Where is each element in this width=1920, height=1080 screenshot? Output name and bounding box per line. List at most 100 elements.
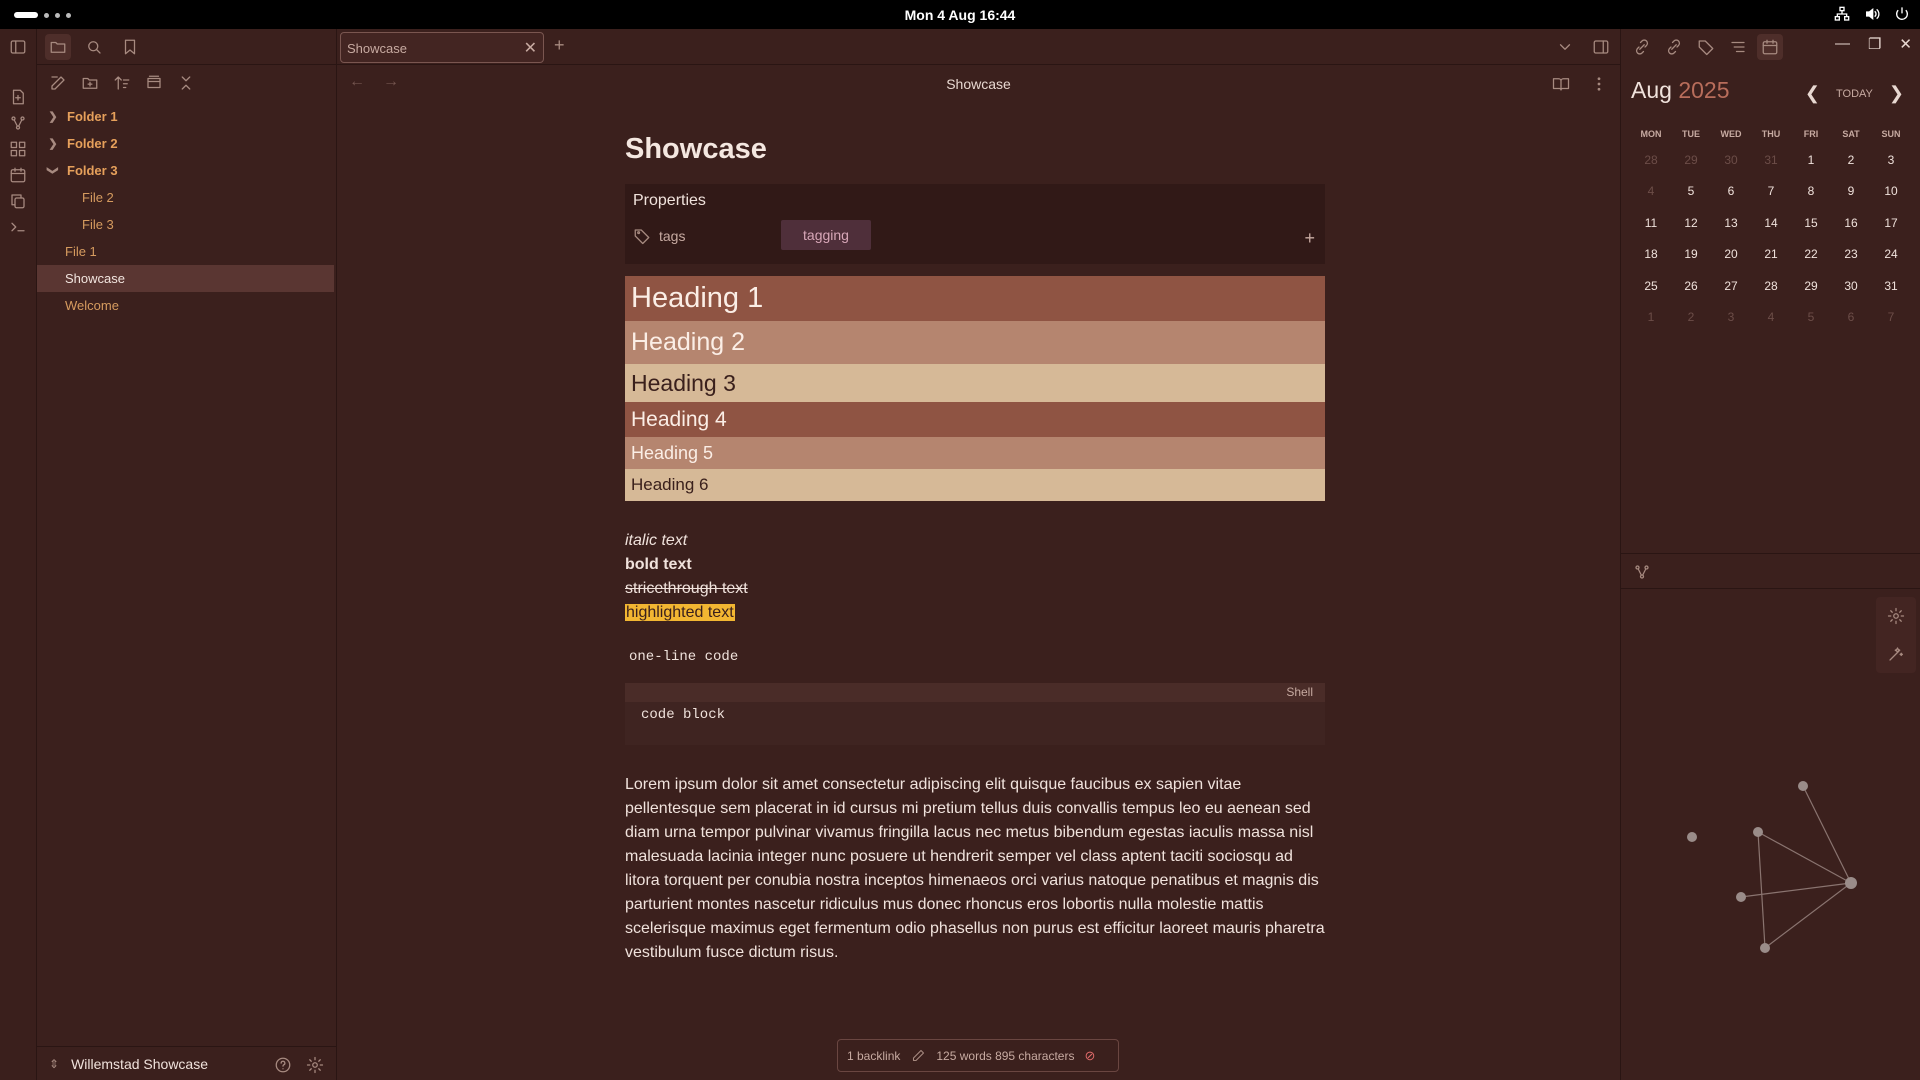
calendar-day[interactable]: 30 (1711, 144, 1751, 176)
close-window-icon[interactable]: ✕ (1899, 35, 1912, 53)
tree-folder-2[interactable]: ❯ Folder 2 (37, 130, 336, 157)
paragraph[interactable]: Lorem ipsum dolor sit amet consectetur a… (625, 773, 1325, 965)
folder-icon[interactable] (45, 33, 71, 60)
today-button[interactable]: TODAY (1836, 88, 1873, 100)
templates-icon[interactable] (9, 192, 27, 210)
power-icon[interactable] (1894, 6, 1910, 27)
calendar-day[interactable]: 21 (1751, 239, 1791, 271)
graph-view-tab-icon[interactable] (1629, 559, 1655, 585)
calendar-day[interactable]: 19 (1671, 239, 1711, 271)
inline-code[interactable]: one-line code (625, 649, 1325, 665)
calendar-day[interactable]: 27 (1711, 270, 1751, 302)
calendar-day[interactable]: 14 (1751, 207, 1791, 239)
maximize-window-icon[interactable]: ❐ (1868, 35, 1881, 53)
tree-folder-3[interactable]: ❯ Folder 3 (37, 157, 336, 184)
canvas-icon[interactable] (9, 140, 27, 158)
calendar-day[interactable]: 3 (1871, 144, 1911, 176)
calendar-day[interactable]: 2 (1831, 144, 1871, 176)
daily-note-icon[interactable] (9, 166, 27, 184)
tree-file-showcase[interactable]: Showcase (37, 265, 334, 292)
calendar-day[interactable]: 4 (1751, 302, 1791, 334)
next-month-icon[interactable]: ❯ (1889, 83, 1904, 104)
calendar-day[interactable]: 22 (1791, 239, 1831, 271)
calendar-day[interactable]: 3 (1711, 302, 1751, 334)
calendar-day[interactable]: 28 (1751, 270, 1791, 302)
calendar-day[interactable]: 5 (1671, 176, 1711, 208)
tags-pane-icon[interactable] (1693, 34, 1719, 60)
calendar-day[interactable]: 2 (1671, 302, 1711, 334)
sort-icon[interactable] (109, 70, 135, 96)
calendar-day[interactable]: 11 (1631, 207, 1671, 239)
calendar-day[interactable]: 17 (1871, 207, 1911, 239)
add-property-button[interactable]: + (1304, 228, 1315, 249)
tree-file-welcome[interactable]: Welcome (37, 292, 336, 319)
reading-view-icon[interactable] (1548, 71, 1574, 97)
calendar-day[interactable]: 8 (1791, 176, 1831, 208)
calendar-day[interactable]: 31 (1871, 270, 1911, 302)
backlinks-count[interactable]: 1 backlink (847, 1049, 900, 1063)
vault-switcher[interactable]: ⇕ Willemstad Showcase (37, 1046, 336, 1080)
minimize-window-icon[interactable]: — (1835, 35, 1850, 53)
calendar-day[interactable]: 25 (1631, 270, 1671, 302)
graph-view-icon[interactable] (9, 114, 27, 132)
view-title[interactable]: Showcase (337, 76, 1620, 92)
new-tab-button[interactable]: + (554, 35, 565, 56)
system-clock[interactable]: Mon 4 Aug 16:44 (0, 7, 1920, 23)
calendar-day[interactable]: 29 (1671, 144, 1711, 176)
italic-text[interactable]: italic text (625, 532, 687, 549)
backlinks-icon[interactable] (1661, 34, 1687, 60)
heading-2[interactable]: Heading 2 (625, 321, 1325, 364)
animate-graph-icon[interactable] (1883, 641, 1909, 667)
tree-file-1[interactable]: File 1 (37, 238, 336, 265)
tree-folder-1[interactable]: ❯ Folder 1 (37, 103, 336, 130)
calendar-day[interactable]: 24 (1871, 239, 1911, 271)
volume-icon[interactable] (1864, 6, 1880, 27)
calendar-day[interactable]: 15 (1791, 207, 1831, 239)
new-note-icon[interactable] (45, 70, 71, 96)
calendar-day[interactable]: 5 (1791, 302, 1831, 334)
calendar-day[interactable]: 26 (1671, 270, 1711, 302)
terminal-icon[interactable] (9, 218, 27, 236)
right-sidebar-toggle-icon[interactable] (1588, 34, 1614, 60)
calendar-icon[interactable] (1757, 34, 1783, 60)
more-options-icon[interactable] (1586, 71, 1612, 97)
tree-file-2[interactable]: File 2 (37, 184, 336, 211)
settings-icon[interactable] (302, 1052, 328, 1078)
tag-pill[interactable]: tagging (781, 220, 871, 250)
help-icon[interactable] (270, 1052, 296, 1078)
edit-mode-icon[interactable] (910, 1048, 926, 1064)
calendar-day[interactable]: 16 (1831, 207, 1871, 239)
calendar-day[interactable]: 20 (1711, 239, 1751, 271)
graph-settings-icon[interactable] (1883, 603, 1909, 629)
calendar-day[interactable]: 10 (1871, 176, 1911, 208)
collapse-all-icon[interactable] (173, 70, 199, 96)
calendar-day[interactable]: 13 (1711, 207, 1751, 239)
outline-icon[interactable] (1725, 34, 1751, 60)
calendar-day[interactable]: 28 (1631, 144, 1671, 176)
code-block[interactable]: Shell code block (625, 683, 1325, 745)
tab-showcase[interactable]: Showcase ✕ (340, 32, 544, 63)
heading-1[interactable]: Heading 1 (625, 276, 1325, 321)
calendar-day[interactable]: 1 (1791, 144, 1831, 176)
note-title[interactable]: Showcase (625, 133, 1325, 173)
calendar-day[interactable]: 1 (1631, 302, 1671, 334)
calendar-day[interactable]: 29 (1791, 270, 1831, 302)
calendar-day[interactable]: 4 (1631, 176, 1671, 208)
calendar-day[interactable]: 30 (1831, 270, 1871, 302)
calendar-day[interactable]: 23 (1831, 239, 1871, 271)
calendar-day[interactable]: 6 (1711, 176, 1751, 208)
bold-text[interactable]: bold text (625, 556, 692, 573)
sidebar-toggle-icon[interactable] (9, 38, 27, 56)
heading-4[interactable]: Heading 4 (625, 402, 1325, 437)
sync-off-icon[interactable]: ⊘ (1084, 1048, 1095, 1064)
calendar-day[interactable]: 18 (1631, 239, 1671, 271)
highlighted-text[interactable]: highlighted text (625, 604, 735, 621)
auto-reveal-icon[interactable] (141, 70, 167, 96)
prev-month-icon[interactable]: ❮ (1805, 83, 1820, 104)
properties-heading[interactable]: Properties (633, 192, 706, 210)
strikethrough-text[interactable]: stricethrough text (625, 580, 748, 597)
search-icon[interactable] (81, 34, 107, 60)
bookmark-icon[interactable] (117, 34, 143, 60)
open-switcher-icon[interactable] (9, 88, 27, 106)
tab-list-chevron-icon[interactable] (1552, 34, 1578, 60)
